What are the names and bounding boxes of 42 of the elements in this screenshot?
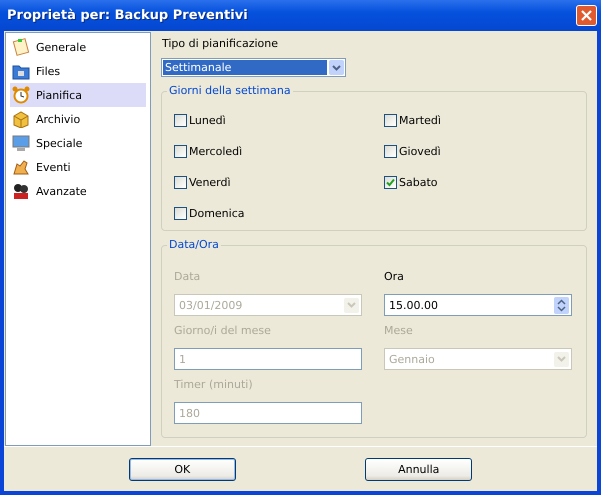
checkbox[interactable]: [384, 114, 397, 127]
close-button[interactable]: [576, 5, 597, 26]
checkbox-label: Venerdì: [189, 176, 231, 189]
alarm-clock-icon: [12, 86, 30, 104]
people-icon: [12, 182, 30, 200]
group-title: Data/Ora: [167, 238, 221, 251]
checkbox[interactable]: [174, 207, 187, 220]
checkbox-label: Sabato: [399, 176, 438, 189]
checkbox-label: Mercoledì: [189, 145, 242, 158]
field-label: Timer (minuti): [174, 378, 254, 391]
sidebar-item[interactable]: Pianifica: [10, 83, 146, 107]
field-label: Mese: [384, 324, 414, 337]
checkbox[interactable]: [174, 176, 187, 189]
monitor-icon: [12, 134, 30, 152]
schedule-type-dropdown[interactable]: Settimanale: [161, 58, 346, 77]
sidebar-item[interactable]: Eventi: [10, 155, 146, 179]
notepad-icon: [12, 38, 30, 56]
checkbox[interactable]: [174, 114, 187, 127]
spinner-arrows-icon: [554, 296, 569, 314]
close-icon: [580, 9, 593, 22]
checkbox[interactable]: [174, 145, 187, 158]
time-spin-field[interactable]: 15.00.00: [384, 294, 572, 316]
sidebar-item[interactable]: Files: [10, 59, 146, 83]
checkbox[interactable]: [384, 145, 397, 158]
sidebar-item[interactable]: Archivio: [10, 107, 146, 131]
field-label: Data: [174, 270, 202, 283]
checkbox[interactable]: [384, 176, 397, 189]
window-title: Proprietà per: Backup Preventivi: [7, 8, 248, 23]
schedule-type-label: Tipo di pianificazione: [162, 37, 280, 50]
field-label: Giorno/i del mese: [174, 324, 272, 337]
checkbox-label: Lunedì: [189, 114, 226, 127]
checkbox-label: Giovedì: [399, 145, 441, 158]
group-title: Giorni della settimana: [167, 84, 293, 97]
box-icon: [12, 110, 30, 128]
dialog-button[interactable]: OK: [128, 458, 236, 480]
sidebar-item[interactable]: Avanzate: [10, 179, 146, 203]
checkbox-label: Domenica: [189, 207, 244, 220]
sidebar-item[interactable]: Generale: [10, 35, 146, 59]
checkbox-label: Martedì: [399, 114, 441, 127]
sidebar-item[interactable]: Speciale: [10, 131, 146, 155]
field-label: Ora: [384, 270, 405, 283]
dialog-button[interactable]: Annulla: [365, 458, 472, 480]
